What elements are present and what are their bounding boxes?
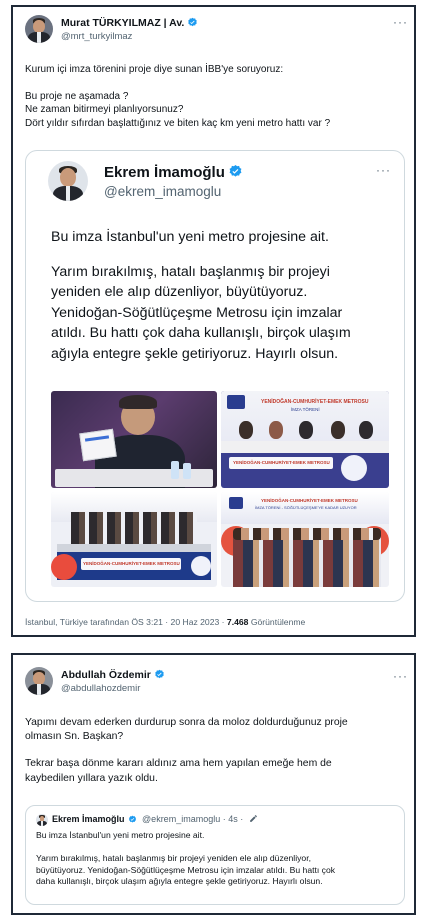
- tweet-body: Kurum içi imza törenini proje diye sunan…: [25, 63, 330, 130]
- author-name[interactable]: Murat TÜRKYILMAZ | Av.: [61, 17, 184, 29]
- author-name[interactable]: Ekrem İmamoğlu: [104, 164, 225, 181]
- more-options-icon[interactable]: ···: [376, 163, 391, 177]
- verified-badge-icon: [188, 17, 198, 27]
- pencil-edit-icon: [249, 815, 257, 822]
- avatar[interactable]: [36, 814, 48, 826]
- verified-badge-icon: [128, 815, 136, 823]
- photo-stage-panel[interactable]: YENİDOĞAN-CUMHURİYET-EMEK METROSU İMZA T…: [221, 391, 389, 488]
- more-options-icon[interactable]: ···: [393, 15, 408, 29]
- banner-text: YENİDOĞAN-CUMHURİYET-EMEK METROSU: [233, 460, 330, 465]
- tweet-card-abdullah[interactable]: Abdullah Özdemir @abdullahozdemir ··· Ya…: [11, 653, 416, 915]
- photo-group-stage[interactable]: YENİDOĞAN-CUMHURİYET-EMEK METROSU: [51, 492, 217, 587]
- author-name[interactable]: Ekrem İmamoğlu: [52, 814, 125, 824]
- tweet-line: yeniden ele alıp düzenliyor, büyütüyoruz…: [51, 284, 308, 301]
- quoted-tweet-body: Bu imza İstanbul'un yeni metro projesine…: [51, 227, 351, 365]
- banner-subtext: İMZA TÖRENİ: [291, 407, 320, 412]
- banner-text: YENİDOĞAN-CUMHURİYET-EMEK METROSU: [261, 498, 358, 503]
- avatar[interactable]: [25, 15, 53, 43]
- banner-text: YENİDOĞAN-CUMHURİYET-EMEK METROSU: [261, 399, 369, 405]
- tweet-line: Yenidoğan-Söğütlüçeşme Metrosu için imza…: [51, 304, 343, 321]
- tweet-line: Tekrar başa dönme kararı aldınız ama hem…: [25, 758, 332, 770]
- tweet-line: ağıyla entegre şekle getiriyoruz. Hayırl…: [51, 345, 339, 362]
- tweet-line: atıldı. Bu hattı çok daha kullanışlı, bi…: [51, 325, 351, 342]
- tweet-line: büyütüyoruz. Yenidoğan-Söğütlüçeşme Metr…: [36, 864, 336, 875]
- quoted-tweet[interactable]: Ekrem İmamoğlu @ekrem_imamoglu · 4s · Bu…: [25, 805, 405, 905]
- tweet-line: Bu proje ne aşamada ?: [25, 90, 129, 102]
- quoted-tweet-body: Bu imza İstanbul'un yeni metro projesine…: [36, 830, 335, 888]
- tweet-line: daha kullanışlı, birçok ulaşım ağıyla en…: [36, 876, 323, 887]
- tweet-line: Dört yıldır sıfırdan başlattığınız ve bi…: [25, 117, 331, 129]
- verified-badge-icon: [154, 669, 164, 679]
- tweet-body: Yapımı devam ederken durdurup sonra da m…: [25, 716, 348, 786]
- tweet-line: Yapımı devam ederken durdurup sonra da m…: [25, 717, 348, 728]
- views-label: Görüntülenme: [248, 617, 306, 627]
- avatar[interactable]: [48, 161, 88, 201]
- tweet-line: Bu imza İstanbul'un yeni metro projesine…: [51, 229, 329, 245]
- author-handle[interactable]: @abdullahozdemir: [61, 683, 140, 694]
- verified-badge-icon: [229, 164, 242, 177]
- tweet-line: olmasın Sn. Başkan?: [25, 731, 124, 743]
- view-count: 7.468: [226, 617, 249, 627]
- photo-grid: YENİDOĞAN-CUMHURİYET-EMEK METROSU İMZA T…: [51, 391, 389, 587]
- tweet-line: Ne zaman bitirmeyi planlıyorsunuz?: [25, 104, 184, 116]
- tweet-meta: İstanbul, Türkiye tarafından ÖS 3:21 · 2…: [25, 617, 305, 627]
- banner-subtext: İMZA TÖRENİ - SÖĞÜTLÜÇEŞME'YE KADAR UZUY…: [255, 505, 357, 510]
- tweet-card-murat[interactable]: Murat TÜRKYILMAZ | Av. @mrt_turkyilmaz ·…: [11, 5, 416, 637]
- banner-text: YENİDOĞAN-CUMHURİYET-EMEK METROSU: [83, 561, 180, 566]
- author-handle[interactable]: @mrt_turkyilmaz: [61, 31, 132, 42]
- tweet-line: Yarım bırakılmış, hatalı başlanmış bir p…: [36, 853, 311, 864]
- tweet-line: Bu imza İstanbul'un yeni metro projesine…: [36, 830, 205, 840]
- quoted-tweet[interactable]: Ekrem İmamoğlu @ekrem_imamoglu ··· Bu im…: [25, 150, 405, 602]
- author-name[interactable]: Abdullah Özdemir: [61, 669, 151, 681]
- location-time: İstanbul, Türkiye tarafından ÖS 3:21 · 2…: [25, 617, 227, 627]
- photo-signing[interactable]: [51, 391, 217, 488]
- tweet-line: kaybedilen yıllara yazık oldu.: [25, 772, 158, 784]
- photo-children[interactable]: YENİDOĞAN-CUMHURİYET-EMEK METROSU İMZA T…: [221, 492, 389, 587]
- avatar[interactable]: [25, 667, 53, 695]
- author-handle[interactable]: @ekrem_imamoglu: [104, 184, 221, 199]
- tweet-line: Kurum içi imza törenini proje diye sunan…: [25, 64, 284, 75]
- author-handle[interactable]: @ekrem_imamoglu · 4s ·: [142, 814, 243, 824]
- tweet-line: Yarım bırakılmış, hatalı başlanmış bir p…: [51, 263, 330, 280]
- more-options-icon[interactable]: ···: [393, 669, 408, 683]
